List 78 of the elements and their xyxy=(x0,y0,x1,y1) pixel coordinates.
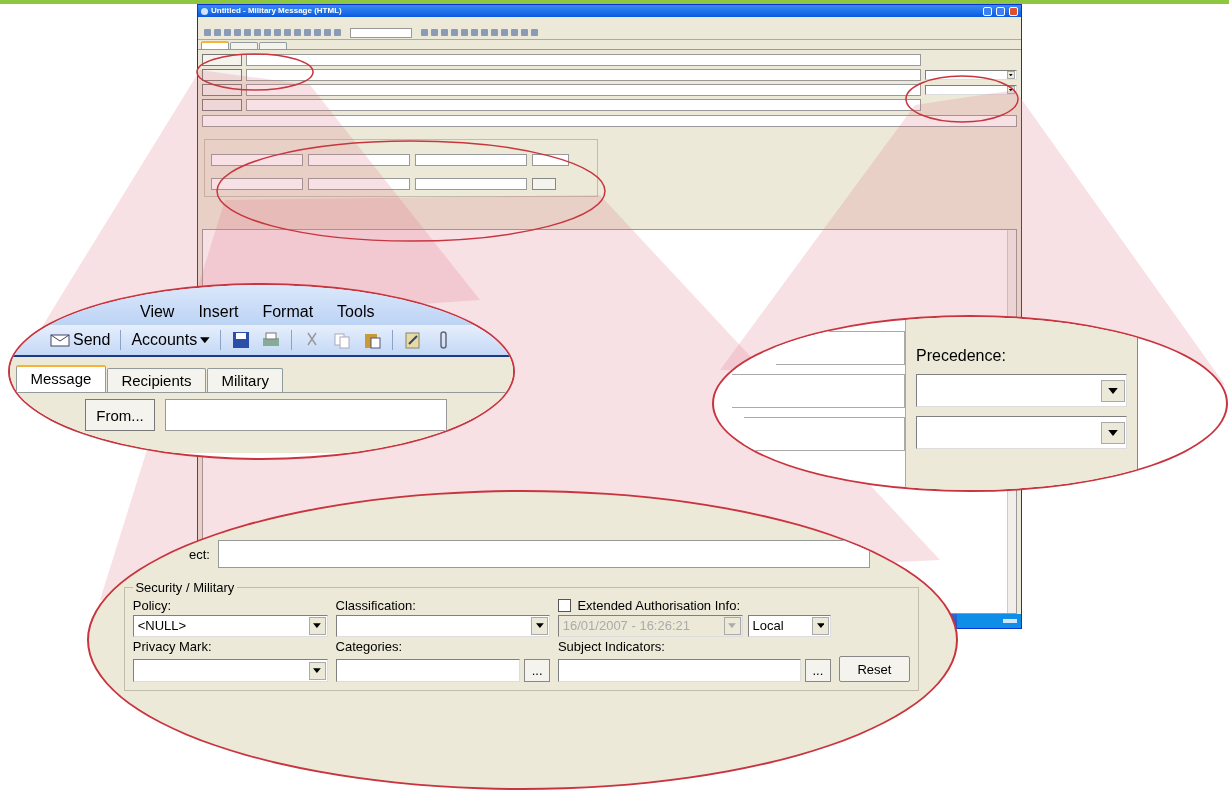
send-button[interactable]: Send xyxy=(50,331,111,349)
address-field[interactable] xyxy=(246,69,921,81)
checkbox-label: Extended Authorisation Info: xyxy=(577,597,740,613)
field-label: Categories: xyxy=(335,639,404,655)
browse-button[interactable]: ... xyxy=(524,659,551,683)
dropdown[interactable] xyxy=(211,154,303,166)
from-button[interactable]: From... xyxy=(85,399,155,432)
caret-icon xyxy=(200,336,210,344)
menu-item[interactable]: Tools xyxy=(337,303,375,321)
subject-indicators-field[interactable] xyxy=(557,659,801,683)
app-icon xyxy=(201,7,208,15)
tab[interactable]: Recipients xyxy=(106,368,206,393)
window-title: Untitled - Military Message (HTML) xyxy=(211,7,343,15)
classification-dropdown[interactable] xyxy=(335,614,551,638)
field-label: Policy: xyxy=(132,597,173,613)
menu-item[interactable]: Insert xyxy=(198,303,239,321)
menu-item[interactable]: Format xyxy=(262,303,314,321)
checkbox[interactable] xyxy=(557,598,571,612)
field-label: Subject Indicators: xyxy=(557,639,666,655)
save-icon[interactable] xyxy=(230,331,251,349)
caret-icon xyxy=(1009,88,1013,92)
accounts-button[interactable]: Accounts xyxy=(131,331,210,349)
dropdown[interactable] xyxy=(308,154,410,166)
clock-icon xyxy=(1003,619,1017,623)
caret-icon xyxy=(313,668,322,674)
address-field[interactable] xyxy=(246,54,921,66)
field-label: Classification: xyxy=(335,597,417,613)
precedence-dropdown[interactable] xyxy=(916,416,1127,449)
caret-icon xyxy=(1108,429,1118,436)
address-field[interactable] xyxy=(744,417,905,451)
address-field[interactable] xyxy=(246,99,921,111)
caret-icon xyxy=(313,623,322,629)
field-label: ect: xyxy=(189,546,210,562)
field[interactable] xyxy=(415,178,527,190)
address-field[interactable] xyxy=(732,374,905,408)
subject-field[interactable] xyxy=(217,540,870,568)
policy-dropdown[interactable]: <NULL> xyxy=(132,614,328,638)
caret-icon xyxy=(728,623,736,629)
privacy-mark-dropdown[interactable] xyxy=(132,659,328,683)
group-title: Security / Military xyxy=(134,580,236,595)
subject-field[interactable] xyxy=(202,115,1017,127)
caret-icon xyxy=(816,623,825,629)
minimize-button[interactable] xyxy=(983,6,992,16)
categories-field[interactable] xyxy=(335,659,521,683)
browse-button[interactable]: ... xyxy=(804,659,831,683)
maximize-button[interactable] xyxy=(996,6,1005,16)
copy-icon[interactable] xyxy=(331,331,352,349)
field-label: Privacy Mark: xyxy=(132,639,213,655)
address-button[interactable] xyxy=(202,84,242,96)
tab[interactable]: Message xyxy=(16,365,106,393)
address-field[interactable] xyxy=(776,331,905,365)
reset-button[interactable] xyxy=(532,178,556,190)
dropdown[interactable] xyxy=(211,178,303,190)
address-book-icon[interactable] xyxy=(402,331,423,349)
address-field[interactable] xyxy=(246,84,921,96)
caret-icon xyxy=(535,623,544,629)
tab[interactable] xyxy=(201,41,229,49)
zone-dropdown[interactable]: Local xyxy=(747,614,831,638)
caret-icon xyxy=(1108,387,1118,394)
address-button[interactable] xyxy=(202,69,242,81)
precedence-dropdown[interactable] xyxy=(925,84,1017,96)
reset-button[interactable]: Reset xyxy=(838,656,911,683)
field-label: Precedence: xyxy=(916,347,1007,365)
print-icon[interactable] xyxy=(260,331,281,349)
dropdown[interactable] xyxy=(415,154,527,166)
caret-icon xyxy=(1009,73,1013,77)
tab[interactable]: Military xyxy=(206,368,284,393)
tab[interactable] xyxy=(259,42,287,49)
close-button[interactable] xyxy=(1009,6,1018,16)
address-button[interactable] xyxy=(202,99,242,111)
tab[interactable] xyxy=(230,42,258,49)
font-dropdown[interactable] xyxy=(350,27,412,38)
from-field[interactable] xyxy=(165,399,447,432)
precedence-dropdown[interactable] xyxy=(925,69,1017,81)
envelope-icon xyxy=(50,331,70,349)
precedence-dropdown[interactable] xyxy=(916,374,1127,407)
menu-item[interactable]: View xyxy=(140,303,175,321)
field[interactable] xyxy=(308,178,410,190)
